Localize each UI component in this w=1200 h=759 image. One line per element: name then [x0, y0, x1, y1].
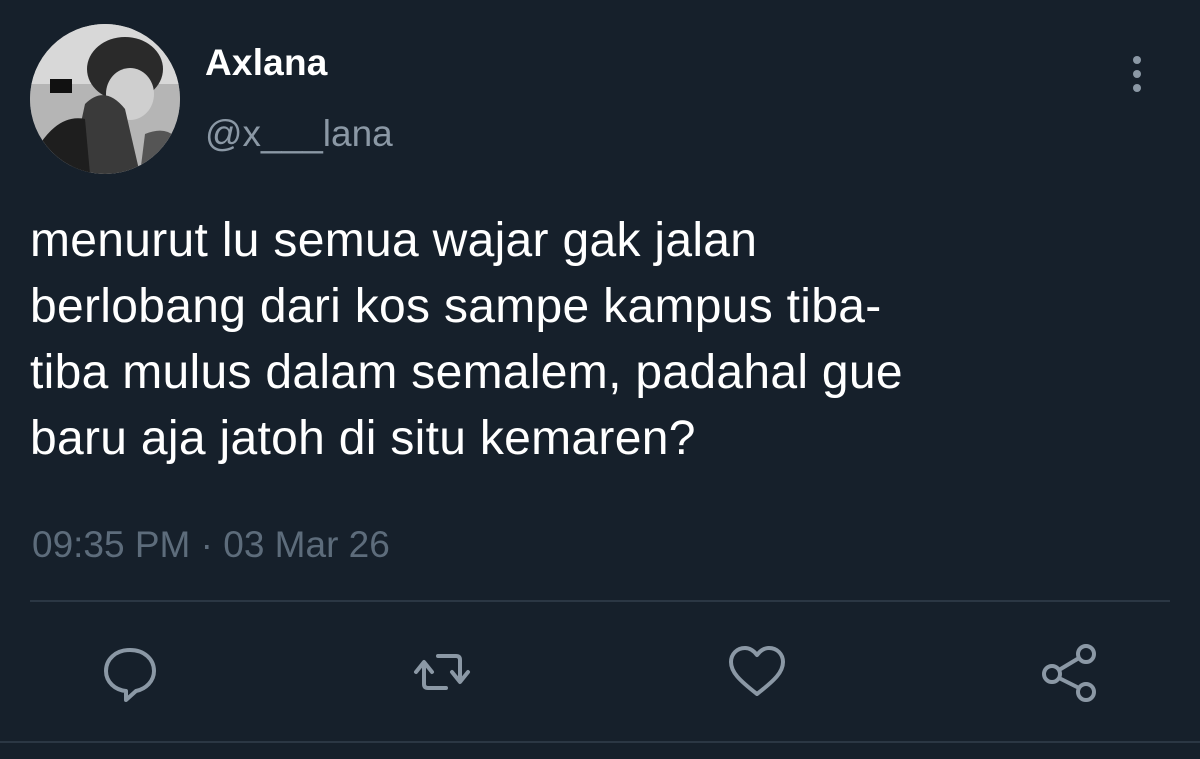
- avatar[interactable]: [30, 24, 180, 174]
- retweet-icon: [414, 654, 470, 690]
- like-button[interactable]: [725, 640, 789, 704]
- more-options-icon-dot: [1133, 70, 1141, 78]
- reply-icon: [104, 648, 156, 702]
- tweet-text-line: menurut lu semua wajar gak jalan: [30, 214, 758, 267]
- avatar-image: [30, 24, 180, 174]
- more-options-button[interactable]: [1120, 52, 1156, 96]
- divider: [30, 600, 1170, 602]
- like-icon: [729, 646, 785, 696]
- tweet-text-line: berlobang dari kos sampe kampus tiba-: [30, 280, 882, 333]
- user-handle[interactable]: @x___lana: [205, 113, 393, 155]
- tweet-text-line: baru aja jatoh di situ kemaren?: [30, 412, 696, 465]
- share-icon: [1042, 644, 1096, 702]
- tweet-timestamp[interactable]: 09:35 PM · 03 Mar 26: [32, 524, 390, 566]
- tweet-text-line: tiba mulus dalam semalem, padahal gue: [30, 346, 903, 399]
- display-name[interactable]: Axlana: [205, 42, 328, 84]
- reply-button[interactable]: [98, 640, 162, 704]
- more-options-icon: [1133, 56, 1141, 64]
- tweet-text: menurut lu semua wajar gak jalan berloba…: [30, 208, 1150, 472]
- retweet-button[interactable]: [410, 640, 474, 704]
- share-button[interactable]: [1038, 640, 1102, 704]
- more-options-icon-dot: [1133, 84, 1141, 92]
- divider: [0, 741, 1200, 743]
- tweet-card: Axlana @x___lana menurut lu semua wajar …: [0, 0, 1200, 759]
